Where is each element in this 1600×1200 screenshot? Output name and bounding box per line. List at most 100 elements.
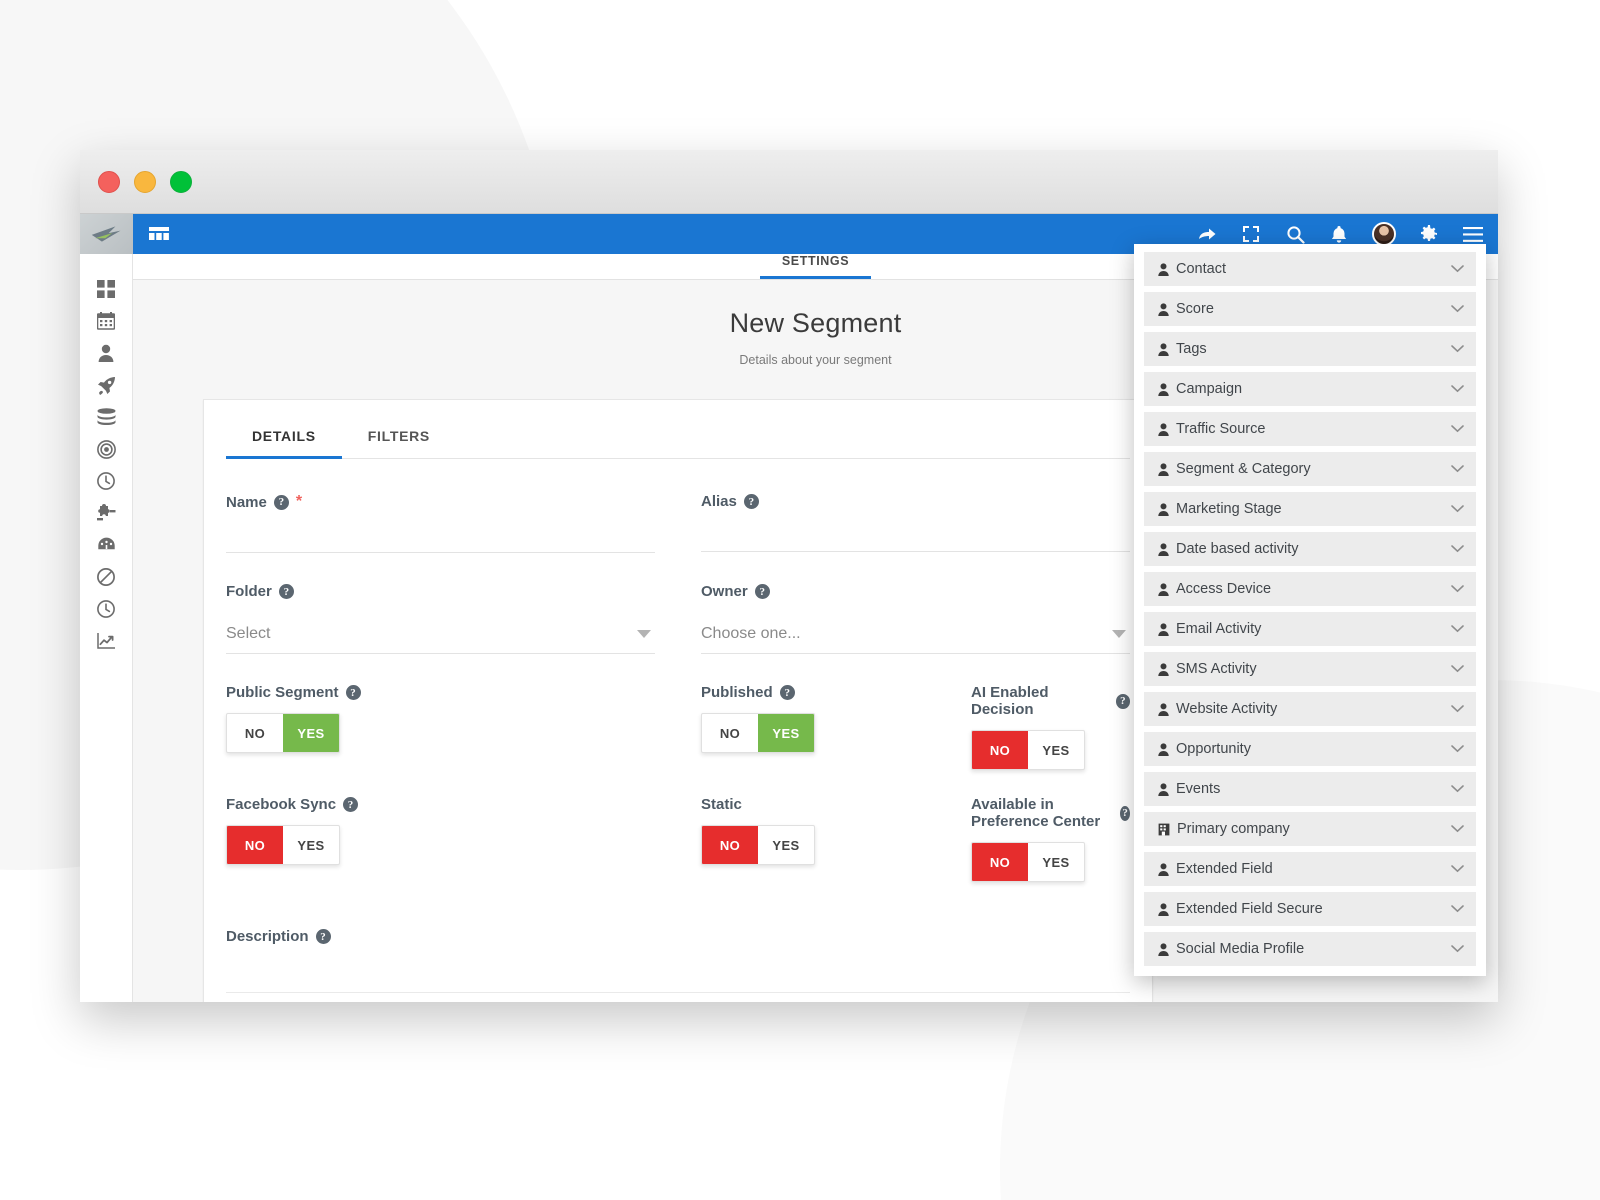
fullscreen-icon[interactable]: [1240, 223, 1262, 245]
user-avatar[interactable]: [1372, 222, 1396, 246]
sidebar-item-dashboards[interactable]: [90, 534, 122, 556]
puzzle-icon: [96, 504, 115, 521]
chevron-down-icon[interactable]: [1451, 505, 1464, 513]
help-icon[interactable]: ?: [345, 685, 361, 700]
hamburger-menu-icon[interactable]: [1462, 223, 1484, 245]
calendar-icon: [97, 312, 115, 330]
help-icon[interactable]: ?: [754, 584, 770, 599]
filter-group-item[interactable]: Email Activity: [1144, 612, 1476, 646]
owner-select[interactable]: Choose one...: [701, 614, 1130, 654]
facebook-sync-yes[interactable]: YES: [283, 826, 339, 864]
chevron-down-icon[interactable]: [1451, 945, 1464, 953]
search-icon[interactable]: [1284, 223, 1306, 245]
chevron-down-icon[interactable]: [1451, 625, 1464, 633]
help-icon[interactable]: ?: [743, 494, 759, 509]
help-icon[interactable]: ?: [278, 584, 294, 599]
chevron-down-icon[interactable]: [1451, 545, 1464, 553]
help-icon[interactable]: ?: [1115, 693, 1130, 709]
help-icon[interactable]: ?: [343, 797, 359, 812]
sidebar-item-calendar[interactable]: [90, 310, 122, 332]
share-arrow-icon[interactable]: [1196, 223, 1218, 245]
filter-group-item[interactable]: Contact: [1144, 252, 1476, 286]
public-segment-no[interactable]: NO: [227, 714, 283, 752]
window-close-button[interactable]: [98, 170, 120, 193]
window-minimize-button[interactable]: [134, 170, 156, 193]
sidebar-item-schedule[interactable]: [90, 598, 122, 620]
settings-gear-icon[interactable]: [1418, 223, 1440, 245]
filter-group-item[interactable]: Traffic Source: [1144, 412, 1476, 446]
public-segment-yes[interactable]: YES: [283, 714, 339, 752]
filter-group-item[interactable]: Primary company: [1144, 812, 1476, 846]
filter-group-item[interactable]: Marketing Stage: [1144, 492, 1476, 526]
sidebar-item-reports[interactable]: [90, 630, 122, 652]
sidebar-item-campaigns[interactable]: [90, 374, 122, 396]
facebook-sync-switch[interactable]: NO YES: [226, 825, 340, 865]
help-icon[interactable]: ?: [273, 494, 289, 510]
chevron-down-icon[interactable]: [1451, 665, 1464, 673]
tab-details[interactable]: DETAILS: [226, 422, 342, 459]
ai-enabled-decision-switch[interactable]: NO YES: [971, 730, 1085, 770]
chevron-down-icon[interactable]: [1451, 785, 1464, 793]
filter-group-item[interactable]: Events: [1144, 772, 1476, 806]
available-in-preference-center-switch[interactable]: NO YES: [971, 842, 1085, 882]
description-editor[interactable]: [226, 959, 1130, 993]
filter-group-item[interactable]: Opportunity: [1144, 732, 1476, 766]
filter-group-item[interactable]: Campaign: [1144, 372, 1476, 406]
help-icon[interactable]: ?: [1120, 805, 1130, 821]
chevron-down-icon[interactable]: [1451, 825, 1464, 833]
static-yes[interactable]: YES: [758, 826, 814, 864]
chevron-down-icon[interactable]: [1451, 585, 1464, 593]
chevron-down-icon[interactable]: [1451, 745, 1464, 753]
chevron-down-icon[interactable]: [1451, 265, 1464, 273]
chevron-down-icon[interactable]: [1451, 705, 1464, 713]
chevron-down-icon[interactable]: [1451, 465, 1464, 473]
chevron-down-icon[interactable]: [1451, 425, 1464, 433]
folder-select[interactable]: Select: [226, 614, 655, 654]
facebook-sync-no[interactable]: NO: [227, 826, 283, 864]
filter-group-item[interactable]: Extended Field Secure: [1144, 892, 1476, 926]
ai-enabled-decision-yes[interactable]: YES: [1028, 731, 1084, 769]
help-icon[interactable]: ?: [779, 685, 795, 700]
published-switch[interactable]: NO YES: [701, 713, 815, 753]
sidebar-item-dashboard[interactable]: [90, 278, 122, 300]
available-in-preference-center-no[interactable]: NO: [972, 843, 1028, 881]
chevron-down-icon[interactable]: [1451, 865, 1464, 873]
filter-group-item[interactable]: Tags: [1144, 332, 1476, 366]
filter-group-item[interactable]: Social Media Profile: [1144, 932, 1476, 966]
sidebar-item-contacts[interactable]: [90, 342, 122, 364]
filter-group-item[interactable]: Access Device: [1144, 572, 1476, 606]
toggle-static-label-text: Static: [701, 796, 742, 813]
chevron-down-icon[interactable]: [1451, 345, 1464, 353]
building-icon: [1158, 823, 1170, 836]
chevron-down-icon[interactable]: [1451, 905, 1464, 913]
tab-settings[interactable]: SETTINGS: [759, 254, 872, 279]
sidebar-item-plugins[interactable]: [90, 502, 122, 524]
sidebar-item-points[interactable]: [90, 438, 122, 460]
filter-group-item[interactable]: Website Activity: [1144, 692, 1476, 726]
static-no[interactable]: NO: [702, 826, 758, 864]
alias-input[interactable]: [701, 524, 1130, 552]
sidebar-item-assets[interactable]: [90, 406, 122, 428]
ai-enabled-decision-no[interactable]: NO: [972, 731, 1028, 769]
filter-group-item[interactable]: Date based activity: [1144, 532, 1476, 566]
tab-filters[interactable]: FILTERS: [342, 422, 456, 459]
public-segment-switch[interactable]: NO YES: [226, 713, 340, 753]
sidebar-item-blocked[interactable]: [90, 566, 122, 588]
name-input[interactable]: [226, 525, 655, 553]
filter-group-item[interactable]: Segment & Category: [1144, 452, 1476, 486]
grid-table-icon[interactable]: [133, 214, 185, 254]
published-no[interactable]: NO: [702, 714, 758, 752]
chevron-down-icon[interactable]: [1451, 305, 1464, 313]
notifications-bell-icon[interactable]: [1328, 223, 1350, 245]
app-logo[interactable]: [80, 214, 133, 254]
sidebar-item-stages[interactable]: [90, 470, 122, 492]
published-yes[interactable]: YES: [758, 714, 814, 752]
chevron-down-icon[interactable]: [1451, 385, 1464, 393]
filter-group-item[interactable]: Score: [1144, 292, 1476, 326]
available-in-preference-center-yes[interactable]: YES: [1028, 843, 1084, 881]
filter-group-item[interactable]: Extended Field: [1144, 852, 1476, 886]
filter-group-item[interactable]: SMS Activity: [1144, 652, 1476, 686]
help-icon[interactable]: ?: [315, 929, 331, 944]
static-switch[interactable]: NO YES: [701, 825, 815, 865]
window-maximize-button[interactable]: [170, 170, 192, 193]
